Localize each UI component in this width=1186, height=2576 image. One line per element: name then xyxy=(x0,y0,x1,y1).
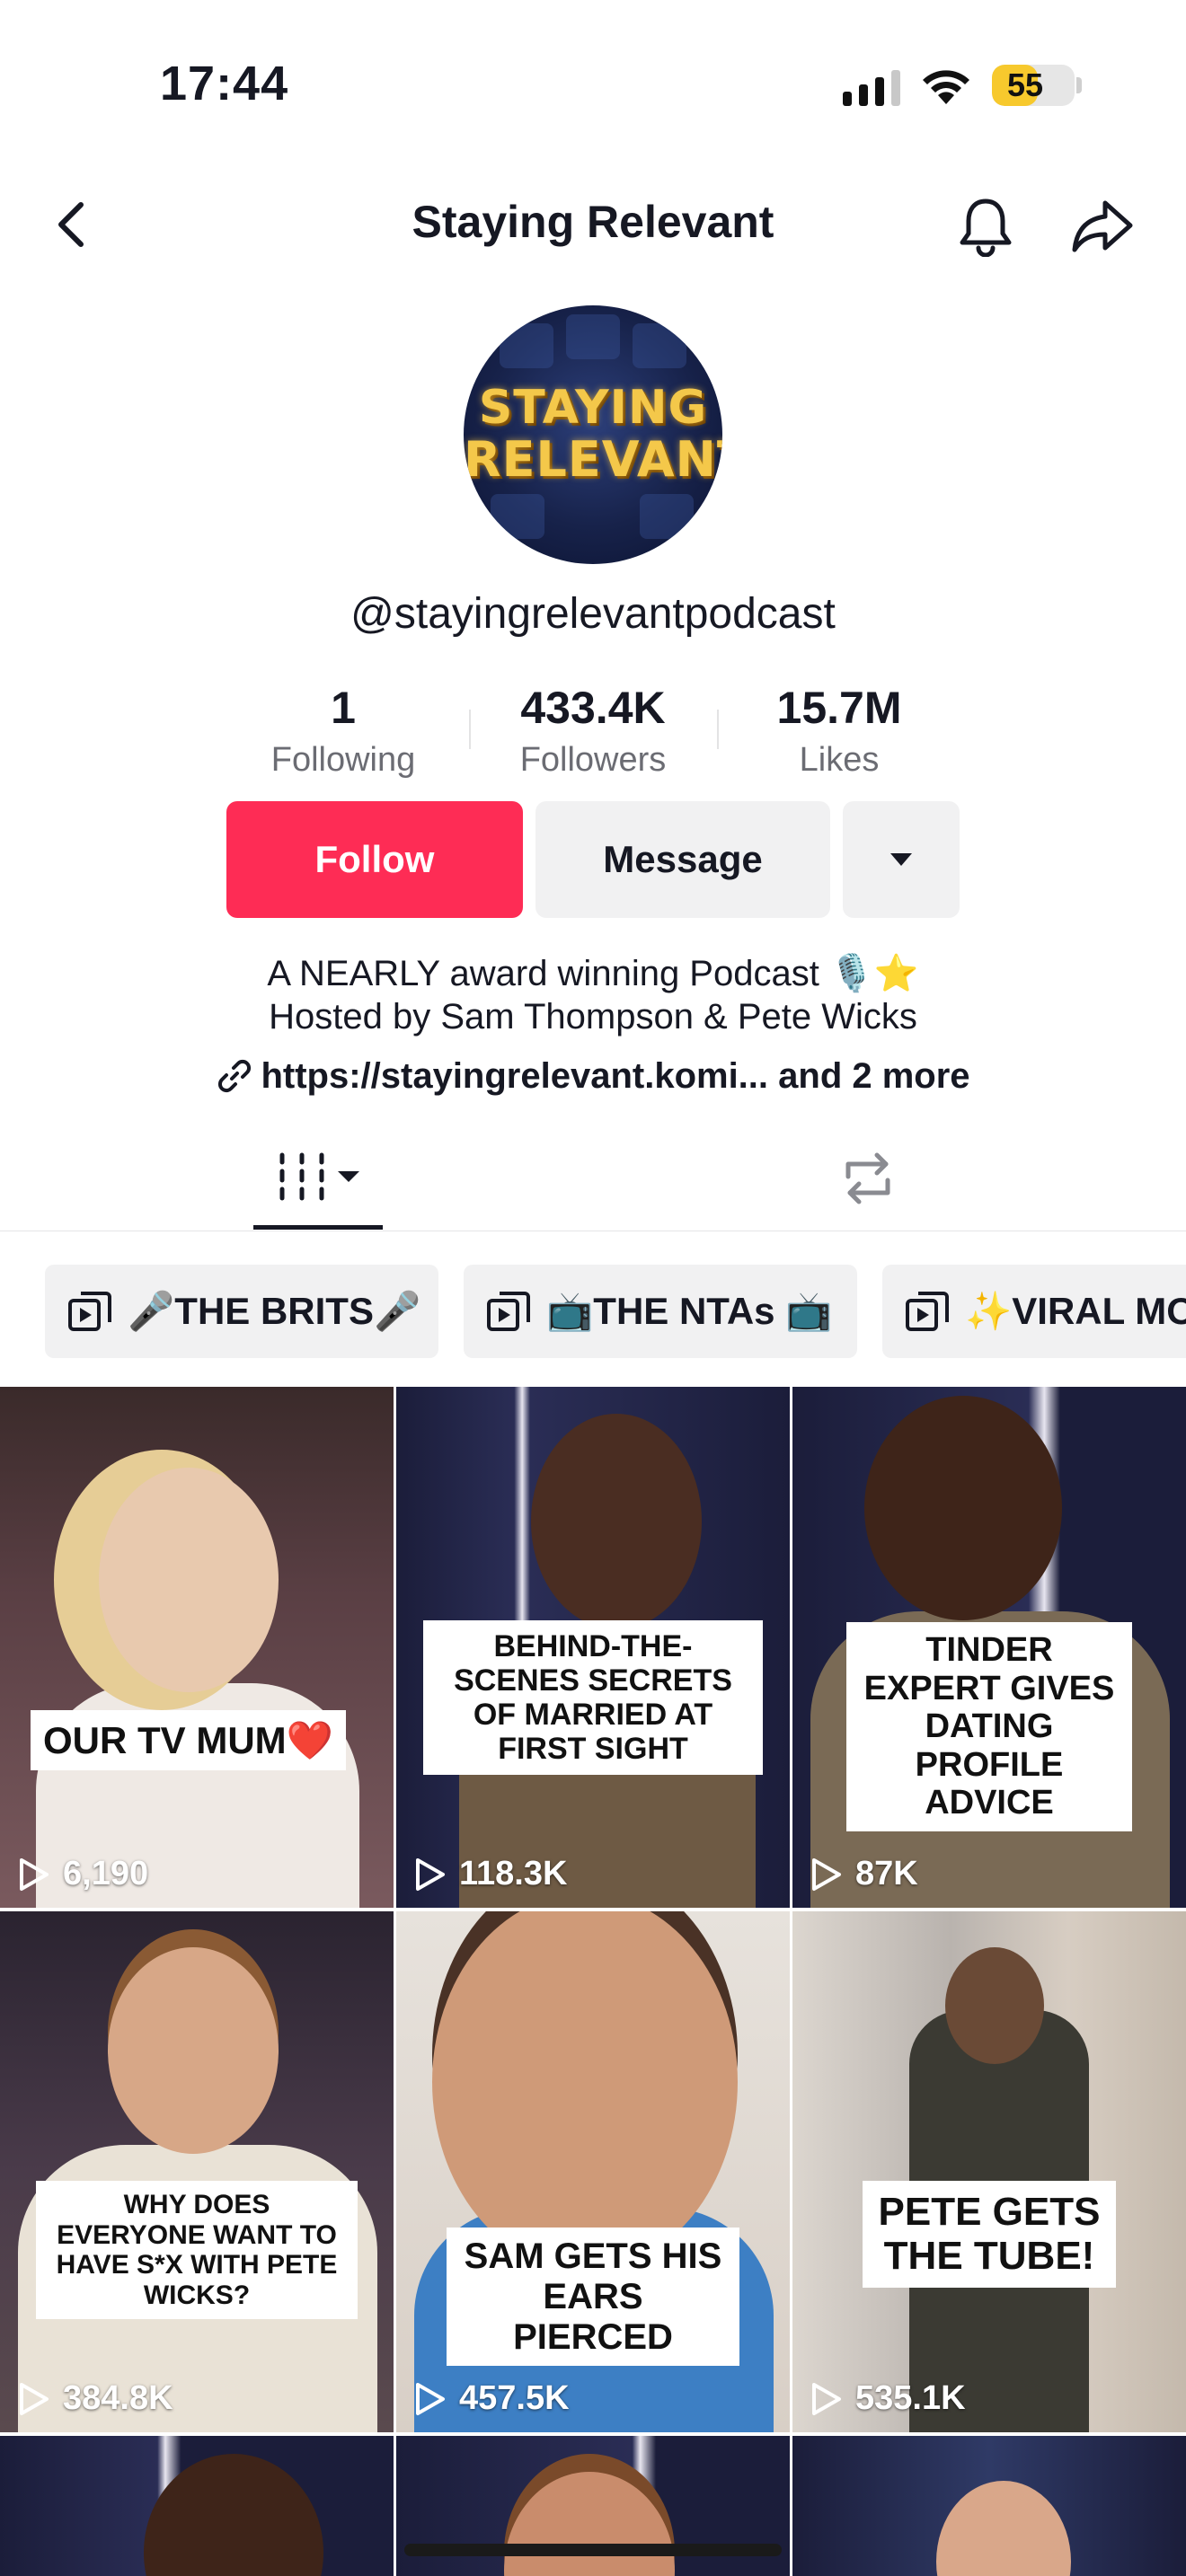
stat-label: Followers xyxy=(519,741,667,779)
video-thumbnail[interactable] xyxy=(792,2436,1186,2576)
bio-link-text: https://stayingrelevant.komi... and 2 mo… xyxy=(261,1056,970,1096)
playlist-label: 🎤THE BRITS🎤 xyxy=(128,1289,421,1332)
caret-down-icon xyxy=(890,853,912,866)
play-icon xyxy=(416,1857,445,1891)
playlist-icon xyxy=(487,1292,530,1331)
person-head xyxy=(108,1947,279,2154)
view-count: 118.3K xyxy=(412,1855,567,1893)
playlist-label: 📺THE NTAs 📺 xyxy=(546,1289,833,1332)
play-icon xyxy=(812,1857,841,1891)
stat-followers[interactable]: 433.4K Followers xyxy=(494,681,692,785)
playlist-icon xyxy=(68,1292,111,1331)
view-count: 384.8K xyxy=(16,2379,173,2418)
cellular-signal-icon xyxy=(843,70,900,106)
person-head xyxy=(864,1396,1062,1620)
stat-following[interactable]: 1 Following xyxy=(253,681,433,785)
wifi-icon xyxy=(923,70,969,104)
stat-label: Following xyxy=(270,741,416,779)
video-thumbnail[interactable]: SAM GETS HIS EARS PIERCED 457.5K xyxy=(396,1911,790,2432)
view-count-text: 457.5K xyxy=(459,2379,570,2417)
link-icon xyxy=(218,1059,252,1093)
video-caption: BEHIND-THE-SCENES SECRETS OF MARRIED AT … xyxy=(423,1620,763,1776)
repost-icon[interactable] xyxy=(836,1150,900,1207)
bio-link[interactable]: https://stayingrelevant.komi... and 2 mo… xyxy=(0,1056,1186,1097)
view-count-text: 87K xyxy=(855,1855,918,1892)
avatar: STAYING RELEVANT xyxy=(464,305,722,564)
video-thumbnail[interactable]: BEHIND-THE-SCENES SECRETS OF MARRIED AT … xyxy=(396,1387,790,1908)
play-icon xyxy=(416,2382,445,2415)
view-count-text: 118.3K xyxy=(459,1855,568,1892)
avatar-decor xyxy=(491,494,544,539)
battery-indicator: 55 xyxy=(992,65,1075,106)
view-count: 457.5K xyxy=(412,2379,570,2418)
video-thumbnail[interactable]: TINDER EXPERT GIVES DATING PROFILE ADVIC… xyxy=(792,1387,1186,1908)
video-grid: OUR TV MUM❤️ 6,190 BEHIND-THE-SCENES SEC… xyxy=(0,1387,1186,2576)
avatar-logo-text: STAYING xyxy=(478,381,708,435)
stat-divider xyxy=(717,710,719,749)
avatar-decor xyxy=(566,314,620,359)
playlist-icon xyxy=(906,1292,949,1331)
play-icon xyxy=(20,2382,49,2415)
play-icon xyxy=(812,2382,841,2415)
view-count: 6,190 xyxy=(16,1855,148,1893)
person-head xyxy=(531,1414,702,1629)
stat-label: Likes xyxy=(799,741,880,779)
videos-grid-icon[interactable] xyxy=(270,1150,368,1204)
stat-divider xyxy=(469,710,471,749)
view-count-text: 535.1K xyxy=(855,2379,966,2417)
video-thumbnail[interactable] xyxy=(0,2436,394,2576)
stat-value: 433.4K xyxy=(520,683,666,733)
video-thumbnail[interactable]: WHY DOES EVERYONE WANT TO HAVE S*X WITH … xyxy=(0,1911,394,2432)
video-caption: OUR TV MUM❤️ xyxy=(31,1710,346,1771)
avatar-decor xyxy=(500,323,553,368)
view-count: 87K xyxy=(809,1855,918,1893)
caret-down-icon xyxy=(338,1171,359,1182)
battery-cap xyxy=(1076,77,1082,93)
avatar-decor xyxy=(640,494,694,539)
playlist-chip[interactable]: 📺THE NTAs 📺 xyxy=(464,1265,857,1358)
video-caption: TINDER EXPERT GIVES DATING PROFILE ADVIC… xyxy=(846,1622,1132,1831)
message-button[interactable]: Message xyxy=(535,801,830,918)
page-title: Staying Relevant xyxy=(412,197,774,247)
person-head xyxy=(99,1468,279,1692)
person-head xyxy=(945,1947,1044,2064)
view-count-text: 6,190 xyxy=(63,1855,149,1892)
profile-handle: @stayingrelevantpodcast xyxy=(350,590,836,638)
back-arrow-icon[interactable] xyxy=(45,198,99,251)
playlist-chip[interactable]: 🎤THE BRITS🎤 xyxy=(45,1265,438,1358)
view-count-text: 384.8K xyxy=(63,2379,173,2417)
status-time: 17:44 xyxy=(160,57,289,110)
bio-text: Hosted by Sam Thompson & Pete Wicks xyxy=(269,997,917,1037)
avatar-decor xyxy=(633,323,686,368)
playlist-label: ✨VIRAL MO xyxy=(965,1289,1186,1332)
play-icon xyxy=(20,1857,49,1891)
video-caption: PETE GETS THE TUBE! xyxy=(863,2181,1116,2288)
bell-icon[interactable] xyxy=(954,194,1017,257)
stat-likes[interactable]: 15.7M Likes xyxy=(749,681,929,785)
active-tab-indicator xyxy=(253,1225,383,1230)
avatar-logo-text: RELEVANT xyxy=(464,431,722,488)
suggested-accounts-button[interactable] xyxy=(843,801,960,918)
video-caption: WHY DOES EVERYONE WANT TO HAVE S*X WITH … xyxy=(36,2181,358,2320)
home-indicator[interactable] xyxy=(404,2544,782,2556)
stat-value: 15.7M xyxy=(776,683,902,733)
bio-text: A NEARLY award winning Podcast 🎙️⭐ xyxy=(267,954,919,993)
battery-percent: 55 xyxy=(1006,66,1044,103)
video-thumbnail[interactable]: PETE GETS THE TUBE! 535.1K xyxy=(792,1911,1186,2432)
share-icon[interactable] xyxy=(1069,194,1136,257)
status-bar: 17:44 55 xyxy=(0,0,1186,171)
video-thumbnail[interactable]: OUR TV MUM❤️ 6,190 xyxy=(0,1387,394,1908)
playlist-chip[interactable]: ✨VIRAL MO xyxy=(882,1265,1186,1358)
view-count: 535.1K xyxy=(809,2379,966,2418)
video-caption: SAM GETS HIS EARS PIERCED xyxy=(447,2228,739,2367)
follow-button[interactable]: Follow xyxy=(226,801,523,918)
stat-value: 1 xyxy=(331,683,356,733)
